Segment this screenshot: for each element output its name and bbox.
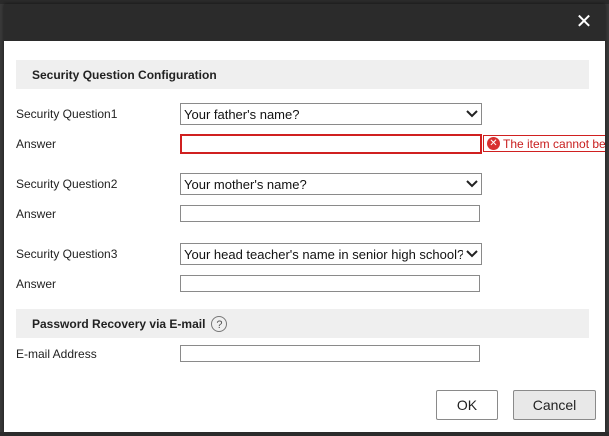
help-icon[interactable]: ?: [211, 315, 228, 332]
security-question2-select[interactable]: Your mother's name?: [180, 173, 482, 195]
recovery-section-header: Password Recovery via E-mail ?: [16, 309, 589, 338]
answer2-label: Answer: [16, 207, 57, 221]
security-question3-label: Security Question3: [16, 247, 118, 261]
security-question3-value: Your head teacher's name in senior high …: [184, 246, 463, 262]
email-address-label: E-mail Address: [16, 347, 97, 361]
error-icon: ✕: [487, 137, 500, 150]
backdrop-bottom: [0, 432, 609, 436]
answer1-input[interactable]: [180, 134, 482, 154]
dialog-titlebar: ✕: [4, 4, 605, 41]
ok-button[interactable]: OK: [436, 390, 498, 420]
answer1-error-message: The item cannot be empty.: [503, 136, 605, 151]
security-question2-label: Security Question2: [16, 177, 118, 191]
security-question1-label: Security Question1: [16, 107, 118, 121]
security-section-title: Security Question Configuration: [32, 67, 217, 82]
security-question1-select[interactable]: Your father's name?: [180, 103, 482, 125]
close-icon[interactable]: ✕: [573, 11, 595, 33]
cancel-button[interactable]: Cancel: [513, 390, 596, 420]
security-question3-select[interactable]: Your head teacher's name in senior high …: [180, 243, 482, 265]
chevron-down-icon: [463, 104, 481, 124]
chevron-down-icon: [463, 244, 481, 264]
answer3-label: Answer: [16, 277, 57, 291]
security-dialog: ✕ Security Question Configuration Securi…: [4, 4, 605, 432]
security-question1-value: Your father's name?: [184, 106, 300, 122]
security-section-header: Security Question Configuration: [16, 60, 589, 89]
chevron-down-icon: [463, 174, 481, 194]
email-address-input[interactable]: [180, 345, 480, 362]
answer2-input[interactable]: [180, 205, 480, 222]
recovery-section-title: Password Recovery via E-mail: [32, 316, 206, 331]
security-question2-value: Your mother's name?: [184, 176, 307, 192]
answer1-error-tooltip: ✕ The item cannot be empty.: [483, 135, 605, 152]
answer1-label: Answer: [16, 137, 57, 151]
answer3-input[interactable]: [180, 275, 480, 292]
